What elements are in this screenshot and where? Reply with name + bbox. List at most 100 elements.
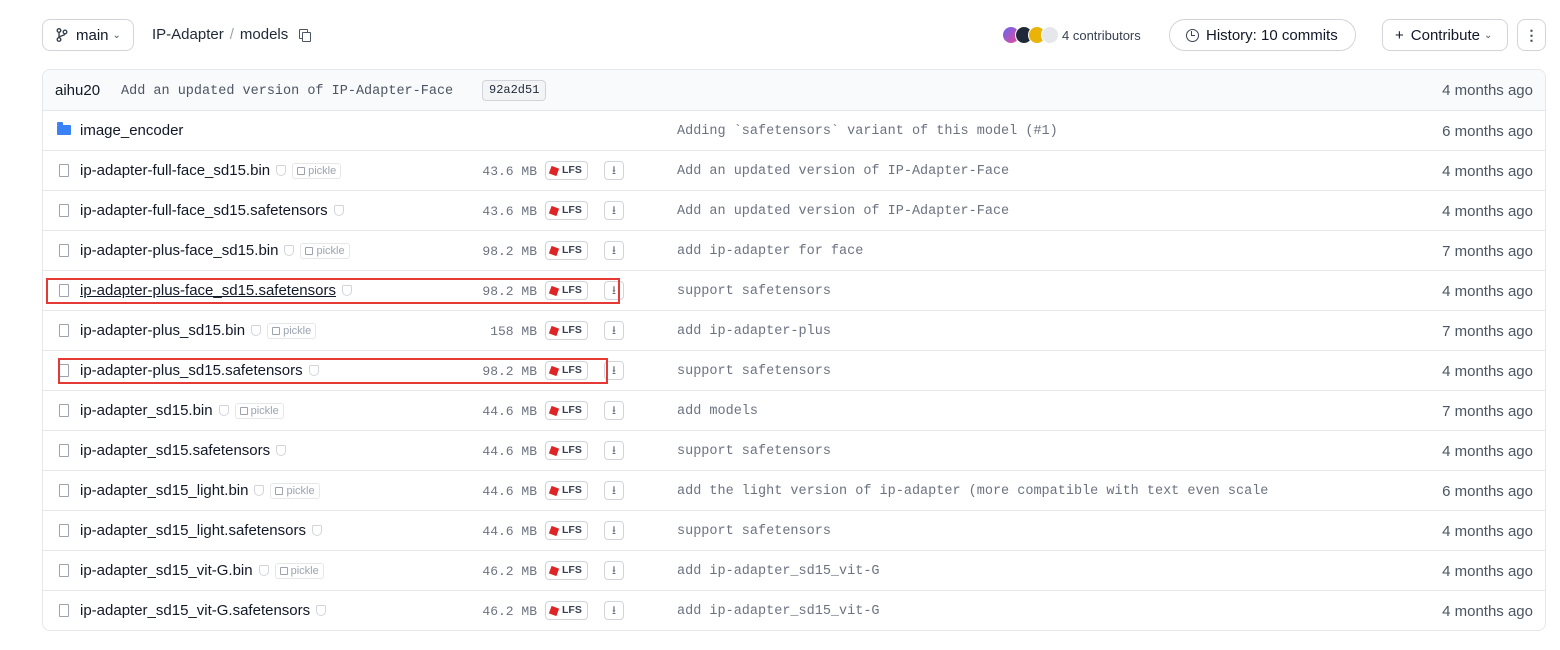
history-button[interactable]: History: 10 commits [1169,19,1356,51]
download-icon[interactable]: ⭳ [604,241,624,260]
lfs-label: LFS [562,404,582,416]
file-row[interactable]: ip-adapter-full-face_sd15.bin pickle 43.6 … [43,151,1545,191]
file-row[interactable]: ip-adapter_sd15_light.safetensors 44.6 MB… [43,511,1545,551]
lfs-badge: LFS [545,161,588,180]
file-row[interactable]: ip-adapter-plus_sd15.bin pickle 158 MB LFS ⭳… [43,311,1545,351]
lfs-icon [548,325,560,336]
file-name: ip-adapter-plus_sd15.bin [80,322,246,339]
clock-icon [1186,28,1199,42]
file-name-link[interactable]: ip-adapter_sd15.bin pickle [80,402,284,419]
contributor-avatars[interactable] [1002,26,1059,44]
chevron-down-icon: ⌄ [1483,29,1493,41]
commit-message[interactable]: add models [677,404,1287,419]
branch-selector-button[interactable]: main ⌄ [42,19,134,51]
more-options-button[interactable]: ⋮ [1517,19,1546,51]
commit-message[interactable]: add ip-adapter-plus [677,324,1287,339]
download-icon[interactable]: ⭳ [604,201,624,220]
commit-message[interactable]: add ip-adapter_sd15_vit-G [677,564,1287,579]
pickle-badge[interactable]: pickle [292,162,342,179]
commit-author[interactable]: aihu20 [55,82,100,99]
pickle-badge[interactable]: pickle [234,402,284,419]
lfs-icon [548,485,560,496]
download-icon[interactable]: ⭳ [604,481,624,500]
file-name-link[interactable]: image_encoder [80,122,183,139]
commit-message[interactable]: Adding `safetensors` variant of this mod… [677,124,1287,139]
contribute-button[interactable]: + Contribute ⌄ [1382,19,1508,51]
commit-time: 4 months ago [1442,82,1533,99]
file-row[interactable]: ip-adapter-full-face_sd15.safetensors 43.… [43,191,1545,231]
file-name: ip-adapter_sd15_vit-G.bin [80,562,253,579]
lfs-badge: LFS [545,561,588,580]
commit-message[interactable]: support safetensors [677,444,1287,459]
file-name: ip-adapter-plus_sd15.safetensors [80,362,303,379]
file-name-link[interactable]: ip-adapter-full-face_sd15.bin pickle [80,162,342,179]
commit-message[interactable]: support safetensors [677,284,1287,299]
commit-message[interactable]: add ip-adapter_sd15_vit-G [677,604,1287,619]
file-name-link[interactable]: ip-adapter_sd15_vit-G.safetensors [80,602,327,619]
file-row[interactable]: image_encoder Adding `safetensors` varian… [43,111,1545,151]
file-name-link[interactable]: ip-adapter_sd15.safetensors [80,442,287,459]
commit-message[interactable]: support safetensors [677,524,1287,539]
lfs-badge: LFS [545,241,588,260]
file-icon [59,564,69,577]
copy-icon[interactable] [297,28,312,42]
file-name-link[interactable]: ip-adapter-plus-face_sd15.safetensors [80,282,352,299]
commit-message[interactable]: Add an updated version of IP-Adapter-Fac… [121,84,453,99]
pickle-badge[interactable]: pickle [300,242,350,259]
file-row[interactable]: ip-adapter_sd15.bin pickle 44.6 MB LFS ⭳ add … [43,391,1545,431]
file-name-link[interactable]: ip-adapter-plus_sd15.bin pickle [80,322,317,339]
file-size: 158 MB [490,324,537,339]
download-icon[interactable]: ⭳ [604,441,624,460]
pickle-badge[interactable]: pickle [270,482,320,499]
download-icon[interactable]: ⭳ [604,321,624,340]
commit-message[interactable]: Add an updated version of IP-Adapter-Fac… [677,204,1287,219]
file-row[interactable]: ip-adapter-plus_sd15.safetensors 98.2 MB L… [43,351,1545,391]
commit-sha[interactable]: 92a2d51 [482,80,547,101]
commit-time: 4 months ago [1442,203,1533,220]
file-row[interactable]: ip-adapter_sd15_vit-G.bin pickle 46.2 MB LF… [43,551,1545,591]
file-name: ip-adapter-plus-face_sd15.bin [80,242,279,259]
file-name-link[interactable]: ip-adapter-plus_sd15.safetensors [80,362,319,379]
pickle-badge[interactable]: pickle [267,322,317,339]
security-scan-icon [276,445,287,456]
file-row[interactable]: ip-adapter-plus-face_sd15.bin pickle 98.2 … [43,231,1545,271]
lfs-label: LFS [562,284,582,296]
lfs-badge: LFS [545,441,588,460]
file-row[interactable]: ip-adapter_sd15_vit-G.safetensors 46.2 MB… [43,591,1545,630]
file-row[interactable]: ip-adapter-plus-face_sd15.safetensors 98.… [43,271,1545,311]
contributors-count[interactable]: 4 contributors [1062,28,1141,43]
lfs-badge: LFS [545,201,588,220]
file-name-link[interactable]: ip-adapter_sd15_light.bin pickle [80,482,320,499]
file-name: ip-adapter-plus-face_sd15.safetensors [80,282,336,299]
commit-message[interactable]: support safetensors [677,364,1287,379]
file-row[interactable]: ip-adapter_sd15_light.bin pickle 44.6 MB LF… [43,471,1545,511]
download-icon[interactable]: ⭳ [604,561,624,580]
file-name-link[interactable]: ip-adapter-plus-face_sd15.bin pickle [80,242,350,259]
avatar [1041,26,1059,44]
lfs-label: LFS [562,324,582,336]
download-icon[interactable]: ⭳ [604,401,624,420]
commit-time: 4 months ago [1442,563,1533,580]
commit-time: 4 months ago [1442,363,1533,380]
pickle-badge[interactable]: pickle [274,562,324,579]
file-name-link[interactable]: ip-adapter_sd15_light.safetensors [80,522,322,539]
breadcrumb-separator: / [229,26,234,43]
lfs-icon [548,405,560,416]
file-row[interactable]: ip-adapter_sd15.safetensors 44.6 MB LFS ⭳ su… [43,431,1545,471]
commit-message[interactable]: Add an updated version of IP-Adapter-Fac… [677,164,1287,179]
download-icon[interactable]: ⭳ [604,521,624,540]
commit-message[interactable]: add the light version of ip-adapter (mor… [677,484,1287,499]
lfs-label: LFS [562,484,582,496]
download-icon[interactable]: ⭳ [604,281,624,300]
file-name-link[interactable]: ip-adapter-full-face_sd15.safetensors [80,202,344,219]
commit-message[interactable]: add ip-adapter for face [677,244,1287,259]
breadcrumb-repo[interactable]: IP-Adapter [152,26,224,43]
download-icon[interactable]: ⭳ [604,161,624,180]
lfs-icon [548,445,560,456]
file-name-link[interactable]: ip-adapter_sd15_vit-G.bin pickle [80,562,324,579]
file-icon [59,364,69,377]
download-icon[interactable]: ⭳ [604,601,624,620]
download-icon[interactable]: ⭳ [604,361,624,380]
pickle-icon [297,166,306,175]
security-scan-icon [316,605,327,616]
